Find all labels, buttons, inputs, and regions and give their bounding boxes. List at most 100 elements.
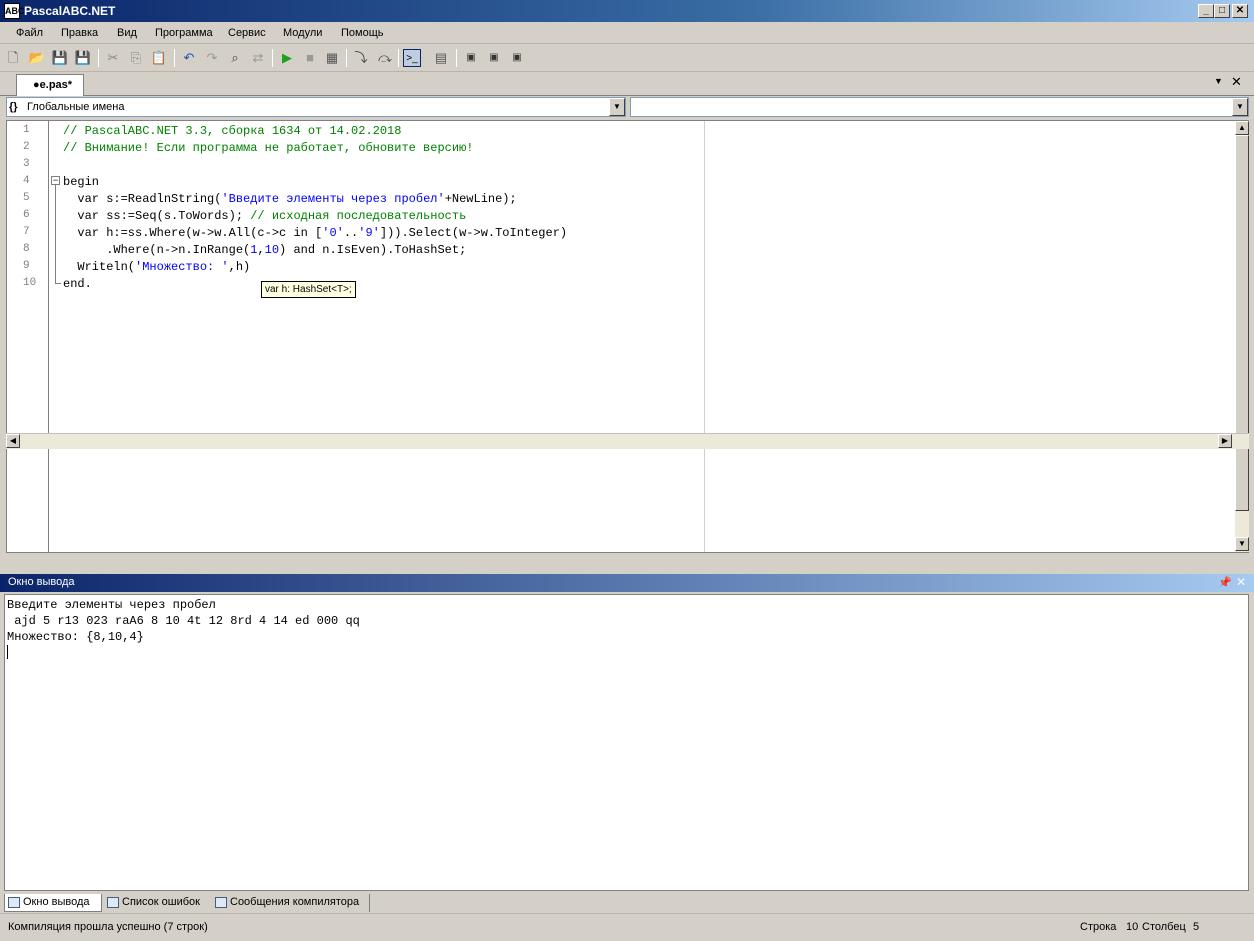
output-line: ajd 5 r13 023 raA6 8 10 4t 12 8rd 4 14 e…	[7, 614, 360, 628]
chevron-down-icon[interactable]: ▼	[609, 98, 625, 116]
tab-error-list-label: Список ошибок	[122, 896, 200, 908]
bottom-tab-strip: Окно вывода Список ошибок Сообщения комп…	[0, 892, 1254, 914]
new-file-icon[interactable]: 🗋	[4, 49, 22, 67]
form-designer-icon[interactable]: ▤	[432, 49, 450, 67]
scroll-down-icon[interactable]: ▼	[1235, 537, 1249, 551]
line-number: 6	[23, 209, 30, 221]
code-token: // PascalABC.NET 3.3, сборка 1634 от 14.…	[63, 124, 402, 138]
code-line: var ss:=Seq(s.ToWords); // исходная посл…	[63, 209, 466, 223]
code-token: 'Множество: '	[135, 260, 229, 274]
output-line: Введите элементы через пробел	[7, 598, 216, 612]
scope-combo-value: Глобальные имена	[27, 101, 125, 113]
code-line: // PascalABC.NET 3.3, сборка 1634 от 14.…	[63, 124, 401, 138]
paste-icon[interactable]: 📋	[150, 49, 168, 67]
tab-file[interactable]: ●e.pas*	[16, 74, 84, 96]
redo-icon[interactable]: ↷	[203, 49, 221, 67]
menu-file[interactable]: Файл	[16, 27, 43, 39]
status-row-value: 10	[1126, 921, 1139, 933]
open-folder-icon[interactable]: 📂	[28, 49, 46, 67]
code-token: // исходная последовательность	[250, 209, 467, 223]
tab-compiler-messages-label: Сообщения компилятора	[230, 896, 360, 908]
code-token: ,	[257, 243, 265, 257]
menu-view[interactable]: Вид	[117, 27, 137, 39]
maximize-button[interactable]: □	[1214, 4, 1230, 18]
code-line: var s:=ReadlnString('Введите элементы че…	[63, 192, 517, 206]
watch-icon[interactable]: ▣	[508, 49, 526, 67]
status-row-label: Строка	[1080, 921, 1117, 933]
code-token: end.	[63, 277, 92, 291]
scope-combo[interactable]: {} Глобальные имена ▼	[6, 97, 626, 117]
line-number: 10	[23, 277, 37, 289]
scroll-right-icon[interactable]: ▶	[1218, 434, 1232, 448]
code-token: ..	[343, 226, 359, 240]
code-token: var s:=ReadlnString(	[63, 192, 222, 206]
line-number: 5	[23, 192, 30, 204]
step-over-icon[interactable]: ⤼	[376, 49, 394, 67]
cut-icon[interactable]: ✂	[104, 49, 122, 67]
hover-tooltip: var h: HashSet<T>;	[261, 281, 356, 298]
menu-edit[interactable]: Правка	[61, 27, 98, 39]
copy-icon[interactable]: ⎘	[127, 49, 145, 67]
member-combo[interactable]: ▼	[630, 97, 1249, 117]
code-line: begin	[63, 175, 99, 189]
save-all-icon[interactable]: 💾	[74, 49, 92, 67]
tab-error-list[interactable]: Список ошибок	[104, 894, 212, 912]
stop-icon[interactable]: ■	[301, 49, 319, 67]
right-margin-line	[704, 121, 705, 552]
step-into-icon[interactable]: ⤵	[352, 49, 370, 67]
compile-icon[interactable]: ▦	[323, 49, 341, 67]
code-line: end.	[63, 277, 92, 291]
code-line: Writeln('Множество: ',h)	[63, 260, 250, 274]
code-line: .Where(n->n.InRange(1,10) and n.IsEven).…	[63, 243, 466, 257]
editor-tab-strip	[0, 72, 1254, 96]
replace-icon[interactable]: ⇄	[249, 49, 267, 67]
compiler-messages-icon	[215, 897, 227, 908]
output-line: Множество: {8,10,4}	[7, 630, 144, 644]
close-button[interactable]: ✕	[1232, 4, 1248, 18]
fold-toggle-icon[interactable]: −	[51, 176, 60, 185]
code-line: var h:=ss.Where(w->w.All(c->c in ['0'..'…	[63, 226, 567, 240]
close-panel-icon[interactable]: ✕	[1236, 575, 1246, 589]
code-editor[interactable]: 1 2 3 4 5 6 7 8 9 10 − var h: HashSet<T>; ▲ ▼ // …	[6, 120, 1249, 553]
save-icon[interactable]: 💾	[51, 49, 69, 67]
tab-list-chevron-icon[interactable]: ▼	[1214, 76, 1223, 86]
pin-icon[interactable]: 📌	[1218, 576, 1232, 589]
menu-modules[interactable]: Модули	[283, 27, 322, 39]
output-window-icon[interactable]: >_	[403, 49, 421, 67]
undo-icon[interactable]: ↶	[180, 49, 198, 67]
menu-program[interactable]: Программа	[155, 27, 213, 39]
line-number: 8	[23, 243, 30, 255]
code-token: 10	[264, 243, 280, 257]
status-bar: Компиляция прошла успешно (7 строк) Стро…	[0, 916, 1254, 941]
error-list-icon	[107, 897, 119, 908]
vertical-scrollbar[interactable]: ▲ ▼	[1235, 121, 1249, 552]
menu-service[interactable]: Сервис	[228, 27, 266, 39]
code-token: +NewLine);	[444, 192, 517, 206]
chevron-down-icon[interactable]: ▼	[1232, 98, 1248, 116]
code-token: ) and n.IsEven).ToHashSet;	[279, 243, 467, 257]
line-number-gutter: 1 2 3 4 5 6 7 8 9 10	[7, 121, 49, 552]
code-token: // Внимание! Если программа не работает,…	[63, 141, 474, 155]
tab-compiler-messages[interactable]: Сообщения компилятора	[212, 894, 370, 912]
code-token: begin	[63, 175, 100, 189]
line-number: 9	[23, 260, 30, 272]
menu-help[interactable]: Помощь	[341, 27, 384, 39]
close-tab-icon[interactable]: ✕	[1231, 74, 1242, 90]
window-title: PascalABC.NET	[24, 4, 116, 18]
scroll-thumb[interactable]	[1235, 135, 1249, 511]
horizontal-scrollbar[interactable]: ◀ ▶	[6, 433, 1249, 449]
tab-output[interactable]: Окно вывода	[4, 894, 102, 912]
status-col-value: 5	[1193, 921, 1200, 933]
status-col-label: Столбец	[1142, 921, 1186, 933]
toolbar: 🗋 📂 💾 💾 ✂ ⎘ 📋 ↶ ↷ ⌕ ⇄ ▶ ■ ▦ ⤵ ⤼ >_ ▤ ▣ ▣…	[0, 44, 1254, 72]
run-icon[interactable]: ▶	[278, 49, 296, 67]
minimize-button[interactable]: _	[1198, 4, 1214, 18]
scroll-up-icon[interactable]: ▲	[1235, 121, 1249, 135]
debug-icon[interactable]: ▣	[462, 49, 480, 67]
find-icon[interactable]: ⌕	[226, 49, 244, 67]
breakpoint-icon[interactable]: ▣	[485, 49, 503, 67]
output-window[interactable]: Введите элементы через пробел ajd 5 r13 …	[4, 594, 1249, 891]
output-panel-title: Окно вывода	[8, 576, 75, 588]
code-token: ,h)	[228, 260, 251, 274]
scroll-left-icon[interactable]: ◀	[6, 434, 20, 448]
